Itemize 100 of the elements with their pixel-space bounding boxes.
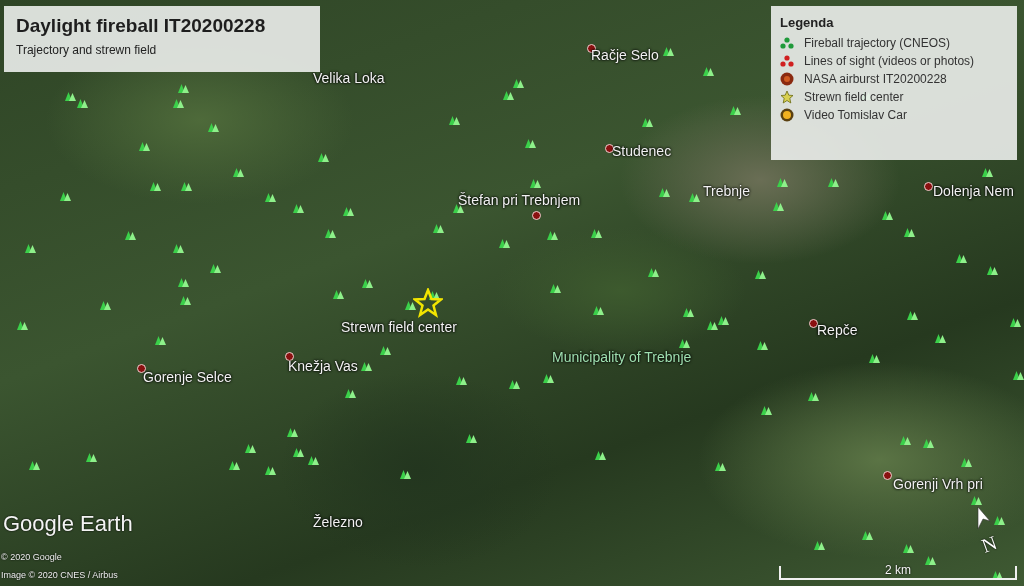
mountain-marker-icon (60, 192, 71, 201)
mountain-marker-icon (900, 436, 911, 445)
place-label: Železno (313, 514, 363, 530)
place-label: Velika Loka (313, 70, 385, 86)
mountain-marker-icon (362, 279, 373, 288)
mountain-marker-icon (77, 99, 88, 108)
legend-label: NASA airburst IT20200228 (804, 72, 947, 86)
three-dots-icon (780, 37, 794, 49)
place-pin (532, 211, 541, 220)
place-pin (137, 364, 146, 373)
mountain-marker-icon (405, 301, 416, 310)
mountain-marker-icon (139, 142, 150, 151)
mountain-marker-icon (456, 376, 467, 385)
mountain-marker-icon (773, 202, 784, 211)
mountain-marker-icon (449, 116, 460, 125)
mountain-marker-icon (345, 389, 356, 398)
mountain-marker-icon (925, 556, 936, 565)
mountain-marker-icon (648, 268, 659, 277)
mountain-marker-icon (453, 204, 464, 213)
mountain-marker-icon (904, 228, 915, 237)
imagery-credit: Image © 2020 CNES / Airbus (1, 570, 118, 580)
mountain-marker-icon (907, 311, 918, 320)
mountain-marker-icon (935, 334, 946, 343)
mountain-marker-icon (513, 79, 524, 88)
mountain-marker-icon (208, 123, 219, 132)
place-label: Knežja Vas (288, 358, 358, 374)
mountain-marker-icon (808, 392, 819, 401)
place-label: Municipality of Trebnje (552, 349, 692, 365)
mountain-marker-icon (325, 229, 336, 238)
mountain-marker-icon (642, 118, 653, 127)
mountain-marker-icon (869, 354, 880, 363)
mountain-marker-icon (100, 301, 111, 310)
mountain-marker-icon (17, 321, 28, 330)
mountain-marker-icon (659, 188, 670, 197)
mountain-marker-icon (903, 544, 914, 553)
copyright-text: © 2020 Google (1, 552, 62, 562)
mountain-marker-icon (777, 178, 788, 187)
star-icon (780, 90, 794, 104)
mountain-marker-icon (180, 296, 191, 305)
mountain-marker-icon (400, 470, 411, 479)
mountain-marker-icon (429, 291, 440, 300)
place-label: Strewn field center (341, 319, 457, 335)
mountain-marker-icon (29, 461, 40, 470)
mountain-marker-icon (971, 496, 982, 505)
mountain-marker-icon (882, 211, 893, 220)
mountain-marker-icon (361, 362, 372, 371)
mountain-marker-icon (707, 321, 718, 330)
mountain-marker-icon (150, 182, 161, 191)
circle-marker-icon (780, 108, 794, 122)
mountain-marker-icon (961, 458, 972, 467)
place-label: Repče (817, 322, 858, 338)
mountain-marker-icon (433, 224, 444, 233)
mountain-marker-icon (181, 182, 192, 191)
legend-label: Fireball trajectory (CNEOS) (804, 36, 951, 50)
three-dots-icon (780, 55, 794, 67)
mountain-marker-icon (509, 380, 520, 389)
mountain-marker-icon (178, 84, 189, 93)
mountain-marker-icon (923, 439, 934, 448)
mountain-marker-icon (1013, 371, 1024, 380)
mountain-marker-icon (233, 168, 244, 177)
mountain-marker-icon (755, 270, 766, 279)
mountain-marker-icon (730, 106, 741, 115)
mountain-marker-icon (862, 531, 873, 540)
mountain-marker-icon (499, 239, 510, 248)
mountain-marker-icon (547, 231, 558, 240)
mountain-marker-icon (550, 284, 561, 293)
mountain-marker-icon (956, 254, 967, 263)
place-label: Trebnje (703, 183, 750, 199)
mountain-marker-icon (994, 516, 1005, 525)
legend-label: Lines of sight (videos or photos) (804, 54, 975, 68)
mountain-marker-icon (287, 428, 298, 437)
legend-title: Legenda (780, 15, 835, 30)
mountain-marker-icon (466, 434, 477, 443)
mountain-marker-icon (761, 406, 772, 415)
satellite-map[interactable] (0, 0, 1024, 586)
mountain-marker-icon (308, 456, 319, 465)
mountain-marker-icon (1010, 318, 1021, 327)
place-label: Studenec (612, 143, 672, 159)
mountain-marker-icon (595, 451, 606, 460)
mountain-marker-icon (828, 178, 839, 187)
place-pin (809, 319, 818, 328)
mountain-marker-icon (245, 444, 256, 453)
star-icon (413, 288, 443, 318)
mountain-marker-icon (343, 207, 354, 216)
mountain-marker-icon (814, 541, 825, 550)
mountain-marker-icon (125, 231, 136, 240)
north-label: N (978, 531, 1000, 558)
place-pin (285, 352, 294, 361)
mountain-marker-icon (683, 308, 694, 317)
mountain-marker-icon (265, 466, 276, 475)
mountain-marker-icon (380, 346, 391, 355)
mountain-marker-icon (689, 193, 700, 202)
mountain-marker-icon (293, 448, 304, 457)
mountain-marker-icon (173, 244, 184, 253)
mountain-marker-icon (86, 453, 97, 462)
mountain-marker-icon (503, 91, 514, 100)
legend-label: Video Tomislav Car (804, 108, 907, 122)
mountain-marker-icon (663, 47, 674, 56)
place-pin (924, 182, 933, 191)
mountain-marker-icon (173, 99, 184, 108)
